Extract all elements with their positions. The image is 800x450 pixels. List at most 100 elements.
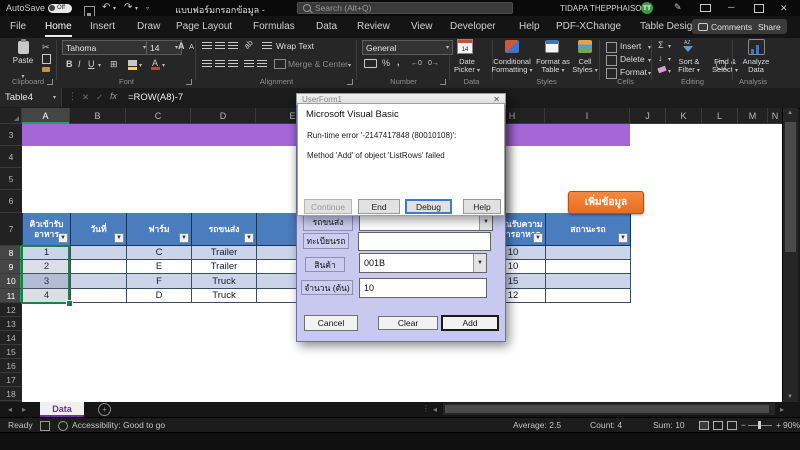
zoom-out-icon[interactable]: − <box>741 420 746 430</box>
fill-dropdown-icon[interactable]: ▾ <box>668 56 671 63</box>
undo-icon[interactable]: ↶ <box>102 2 110 13</box>
cell-B9[interactable] <box>71 260 127 274</box>
format-cells-button[interactable]: Format <box>620 67 647 77</box>
bold-button[interactable]: B <box>66 59 73 69</box>
row-header-18[interactable]: 18 <box>0 387 22 401</box>
cut-icon[interactable]: ✂ <box>42 42 50 53</box>
table-header-farm[interactable]: ฟาร์ม▼ <box>127 213 192 246</box>
accounting-icon[interactable] <box>364 59 377 68</box>
cancel-button[interactable]: Cancel <box>304 315 358 331</box>
sheet-nav-right-icon[interactable]: ▸ <box>22 405 26 414</box>
table-header-status[interactable]: สถานะรถ▼ <box>546 213 631 246</box>
avatar[interactable]: TT <box>641 2 653 14</box>
zoom-level[interactable]: 90% <box>783 420 800 430</box>
select-all-corner[interactable] <box>0 108 22 124</box>
increase-font-icon[interactable]: A <box>178 41 185 51</box>
row-header-16[interactable]: 16 <box>0 359 22 373</box>
orientation-icon[interactable]: ab <box>242 38 255 51</box>
fill-icon[interactable]: ↓ <box>658 53 663 63</box>
fill-color-dropdown-icon[interactable]: ▾ <box>139 62 142 69</box>
row-header-14[interactable]: 14 <box>0 331 22 345</box>
user-name[interactable]: TIDAPA THEPPHAISON <box>560 4 647 13</box>
cell-D11[interactable]: Truck <box>192 289 257 303</box>
autosave-pill[interactable]: Off <box>48 4 72 13</box>
decrease-decimal-icon[interactable]: 0→ <box>428 60 439 67</box>
cell-I11[interactable] <box>546 289 631 303</box>
cell-C10[interactable]: F <box>127 274 192 289</box>
zoom-slider-thumb[interactable] <box>758 421 761 429</box>
product-dropdown-icon[interactable]: ▼ <box>473 254 486 272</box>
col-header-K[interactable]: K <box>666 108 702 124</box>
minimize-button[interactable]: ─ <box>728 2 734 12</box>
autosave-toggle[interactable]: AutoSave Off <box>6 3 72 13</box>
tab-page-layout[interactable]: Page Layout <box>176 21 232 32</box>
row-header-17[interactable]: 17 <box>0 373 22 387</box>
product-combo[interactable]: 001B▼ <box>359 253 487 273</box>
analyze-data-button[interactable]: Analyze Data <box>737 58 775 74</box>
filter-icon[interactable]: ▼ <box>58 233 68 243</box>
new-sheet-icon[interactable]: + <box>98 403 111 416</box>
comments-button[interactable]: Comments <box>692 19 758 34</box>
font-launcher-icon[interactable] <box>186 79 192 85</box>
scroll-down-icon[interactable]: ▼ <box>787 394 793 400</box>
format-painter-icon[interactable] <box>42 67 50 72</box>
row-header-6[interactable]: 6 <box>0 190 22 213</box>
filter-icon[interactable]: ▼ <box>244 233 254 243</box>
align-middle-icon[interactable] <box>215 42 225 50</box>
filter-icon[interactable]: ▼ <box>533 233 543 243</box>
accessibility-status[interactable]: Accessibility: Good to go <box>72 420 165 430</box>
tab-file[interactable]: File <box>10 21 26 32</box>
increase-decimal-icon[interactable]: ←0 <box>411 60 422 67</box>
sheet-nav-left-icon[interactable]: ◂ <box>8 405 12 414</box>
name-box[interactable]: Table4 ▾ <box>0 88 62 107</box>
col-header-B[interactable]: B <box>70 108 126 124</box>
insert-cells-button[interactable]: Insert <box>620 41 641 51</box>
row-header-11[interactable]: 11 <box>0 289 22 303</box>
row-header-12[interactable]: 12 <box>0 303 22 317</box>
clear-dropdown-icon[interactable]: ▾ <box>668 68 671 75</box>
conditional-formatting-button[interactable]: Conditional Formatting ▾ <box>488 58 536 75</box>
normal-view-icon[interactable] <box>699 421 709 430</box>
redo-icon[interactable]: ↷ <box>124 2 132 13</box>
align-left-icon[interactable] <box>202 60 212 68</box>
tab-review[interactable]: Review <box>357 21 390 32</box>
merge-center-button[interactable]: Merge & Center <box>288 59 348 69</box>
registration-input[interactable] <box>358 232 491 251</box>
autosum-dropdown-icon[interactable]: ▾ <box>668 43 671 50</box>
increase-indent-icon[interactable] <box>257 60 267 68</box>
date-picker-button[interactable]: Date Picker ▾ <box>447 58 487 75</box>
cell-I8[interactable] <box>546 246 631 260</box>
transport-dropdown-icon[interactable]: ▼ <box>479 214 492 230</box>
tab-data[interactable]: Data <box>316 21 337 32</box>
tab-developer[interactable]: Developer <box>450 21 496 32</box>
number-format-combo[interactable]: General▾ <box>362 40 453 55</box>
end-button[interactable]: End <box>358 199 400 214</box>
help-button[interactable]: Help <box>463 199 501 214</box>
scroll-up-icon[interactable]: ▲ <box>787 110 793 116</box>
zoom-in-icon[interactable]: + <box>776 420 781 430</box>
col-header-J[interactable]: J <box>630 108 666 124</box>
quantity-input[interactable]: 10 <box>359 278 487 298</box>
filter-icon[interactable]: ▼ <box>618 233 628 243</box>
tab-formulas[interactable]: Formulas <box>253 21 295 32</box>
col-header-A[interactable]: A <box>22 108 70 124</box>
tab-pdf-xchange[interactable]: PDF-XChange <box>556 21 621 32</box>
tab-insert[interactable]: Insert <box>90 21 115 32</box>
cell-D9[interactable]: Trailer <box>192 260 257 274</box>
tab-draw[interactable]: Draw <box>137 21 160 32</box>
row-header-5[interactable]: 5 <box>0 168 22 190</box>
underline-dropdown-icon[interactable]: ▾ <box>98 62 101 69</box>
row-header-3[interactable]: 3 <box>0 124 22 146</box>
cell-B10[interactable] <box>71 274 127 289</box>
tab-help[interactable]: Help <box>519 21 540 32</box>
add-data-button[interactable]: เพิ่มข้อมูล <box>568 191 644 214</box>
sort-filter-button[interactable]: Sort & Filter ▾ <box>672 58 706 75</box>
macro-record-icon[interactable] <box>40 421 50 431</box>
undo-dropdown-icon[interactable]: ▾ <box>113 5 116 12</box>
table-header-vehicle[interactable]: รถขนส่ง▼ <box>192 213 257 246</box>
close-button[interactable]: ✕ <box>780 3 788 14</box>
wrap-text-button[interactable]: Wrap Text <box>276 41 314 51</box>
font-size-combo[interactable]: 14▾ <box>146 40 182 55</box>
cell-I9[interactable] <box>546 260 631 274</box>
copy-icon[interactable] <box>42 54 51 64</box>
